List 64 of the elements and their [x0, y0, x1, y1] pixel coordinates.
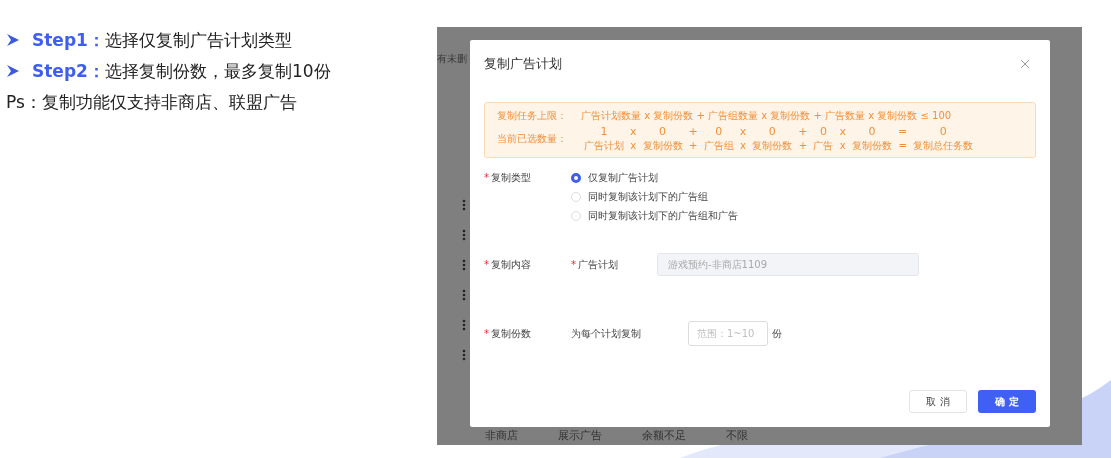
required-mark: *	[484, 258, 489, 272]
radio-option[interactable]: 仅复制广告计划	[571, 170, 738, 185]
term-value: 0	[715, 125, 723, 139]
radio-button[interactable]	[571, 172, 581, 183]
term-caption: x	[630, 139, 637, 152]
term-value: 0	[659, 125, 666, 139]
note-text: Step2：选择复制份数，最多复制10份	[32, 60, 331, 83]
note-text: Step1：选择仅复制广告计划类型	[32, 29, 292, 52]
form-label: 复制类型	[491, 171, 531, 185]
term-value: 0	[819, 125, 827, 139]
radio-option[interactable]: 同时复制该计划下的广告组和广告	[571, 208, 738, 223]
term-value: x	[739, 125, 747, 139]
term-caption: x	[839, 139, 846, 152]
term-caption: x	[740, 139, 746, 152]
term-caption: 广告	[813, 139, 834, 152]
term-value: 0	[868, 125, 876, 139]
term-value: +	[688, 125, 698, 139]
term-value: x	[839, 125, 846, 139]
form-label: 广告计划	[578, 258, 618, 272]
term-caption: 复制份数	[852, 139, 892, 152]
term-caption: +	[688, 139, 698, 152]
radio-option[interactable]: 同时复制该计划下的广告组	[571, 189, 738, 204]
term-value: 0	[768, 125, 776, 139]
more-icon	[462, 229, 466, 241]
term-caption: 复制份数	[752, 139, 793, 152]
more-icon	[462, 259, 466, 271]
required-mark: *	[484, 327, 489, 341]
cancel-button[interactable]: 取 消	[909, 390, 967, 413]
term-caption: 复制份数	[642, 139, 683, 152]
term-caption: =	[898, 139, 907, 152]
term-caption: 广告组	[703, 139, 734, 152]
count-field[interactable]: 范围：1~10	[688, 321, 768, 346]
filter-text: 有未删	[437, 52, 467, 66]
form-label: 复制份数	[491, 327, 531, 341]
table-cell: 非商店	[485, 429, 518, 443]
form-label: 为每个计划复制	[571, 327, 642, 341]
more-icon	[462, 349, 466, 361]
confirm-button[interactable]: 确 定	[978, 390, 1036, 413]
alert-label: 当前已选数量：	[497, 132, 568, 146]
term-value: +	[798, 125, 808, 139]
table-cell: 展示广告	[558, 429, 602, 443]
term-caption: 复制总任务数	[913, 139, 974, 152]
alert-formula: 广告计划数量 x 复制份数 + 广告组数量 x 复制份数 + 广告数量 x 复制份数 ≤ 100	[581, 109, 952, 123]
more-icon	[462, 319, 466, 331]
note-text: Ps：复制功能仅支持非商店、联盟广告	[6, 91, 297, 114]
term-value: =	[898, 125, 908, 139]
arrow-bullet-icon	[6, 33, 20, 47]
table-cell: 不限	[726, 429, 748, 443]
unit-label: 份	[772, 327, 782, 341]
more-icon	[462, 199, 466, 211]
term-value: 0	[939, 125, 947, 139]
required-mark: *	[484, 171, 489, 185]
dialog-title: 复制广告计划	[484, 55, 562, 74]
close-icon[interactable]	[1020, 59, 1030, 69]
alert-label: 复制任务上限：	[497, 109, 568, 123]
term-caption: +	[798, 139, 808, 152]
arrow-bullet-icon	[6, 64, 20, 78]
form-label: 复制内容	[491, 258, 531, 272]
required-mark: *	[571, 258, 576, 272]
term-value: x	[630, 125, 637, 139]
more-icon	[462, 289, 466, 301]
term-caption: 广告计划	[584, 139, 624, 152]
table-cell: 余额不足	[642, 429, 686, 443]
term-value: 1	[600, 125, 608, 139]
